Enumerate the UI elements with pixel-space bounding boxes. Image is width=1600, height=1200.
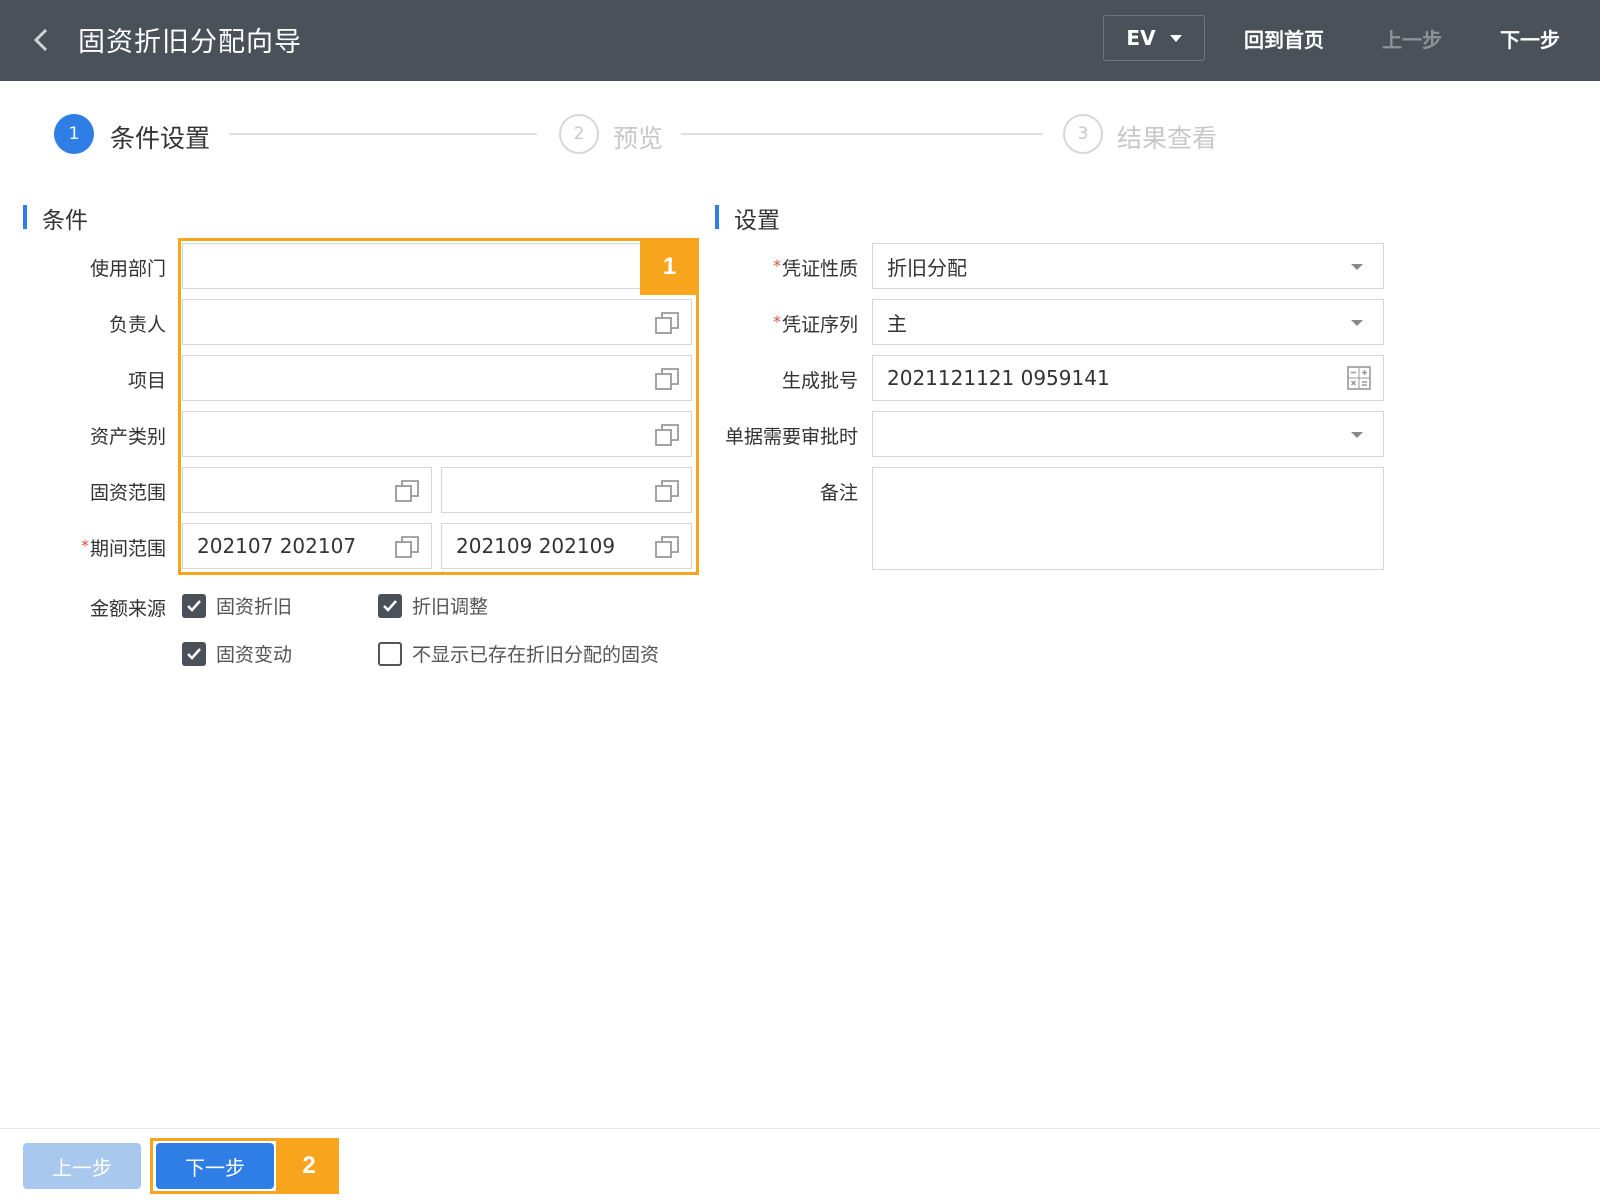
checkbox-asset-depreciation[interactable]: 固资折旧	[182, 592, 292, 619]
required-mark: *	[80, 536, 89, 555]
step-2-label: 预览	[613, 124, 664, 153]
step-1-circle: 1	[54, 114, 94, 154]
page-title: 固资折旧分配向导	[78, 27, 302, 58]
annotation-badge-2: 2	[279, 1138, 339, 1194]
voucher-type-select[interactable]: 折旧分配	[872, 243, 1384, 289]
annotation-highlight-box	[178, 238, 699, 575]
header-prev-link[interactable]: 上一步	[1382, 24, 1442, 53]
caret-down-icon	[1351, 264, 1363, 270]
project-label: 项目	[127, 370, 166, 392]
back-button[interactable]	[28, 22, 56, 58]
section-bar	[715, 205, 719, 229]
annotation-badge-1: 1	[640, 238, 699, 295]
top-bar: 固资折旧分配向导 EV 回到首页 上一步 下一步	[0, 0, 1600, 81]
asset-type-label: 资产类别	[89, 426, 166, 448]
step-2-circle: 2	[559, 114, 599, 154]
header-next-link[interactable]: 下一步	[1500, 24, 1560, 53]
calculator-icon[interactable]	[1347, 366, 1371, 390]
ev-select-value: EV	[1126, 26, 1156, 50]
ev-select[interactable]: EV	[1103, 15, 1205, 61]
step-3-circle: 3	[1063, 114, 1103, 154]
required-mark: *	[772, 256, 781, 275]
caret-down-icon	[1169, 34, 1182, 42]
section-bar	[23, 205, 27, 229]
voucher-seq-label: *凭证序列	[772, 312, 858, 336]
checkbox-asset-change[interactable]: 固资变动	[182, 640, 292, 667]
remark-textarea[interactable]	[872, 467, 1384, 570]
batch-no-label: 生成批号	[781, 370, 858, 392]
step-3-label: 结果查看	[1117, 124, 1218, 153]
step-1-label: 条件设置	[110, 124, 211, 153]
remark-label: 备注	[819, 482, 858, 504]
caret-down-icon	[1351, 432, 1363, 438]
approval-label: 单据需要审批时	[724, 426, 858, 448]
step-connector	[229, 133, 537, 135]
settings-title: 设置	[734, 208, 780, 234]
dept-label: 使用部门	[89, 258, 166, 280]
checkbox-depreciation-adjust[interactable]: 折旧调整	[378, 592, 488, 619]
period-range-label: *期间范围	[80, 536, 166, 560]
owner-label: 负责人	[108, 314, 166, 336]
conditions-title: 条件	[42, 208, 88, 234]
step-connector	[681, 133, 1043, 135]
checkbox-checked-icon	[182, 593, 206, 618]
home-link[interactable]: 回到首页	[1244, 24, 1324, 53]
asset-range-label: 固资范围	[89, 482, 166, 504]
batch-no-input[interactable]: 2021121121 0959141	[872, 355, 1384, 401]
voucher-seq-select[interactable]: 主	[872, 299, 1384, 345]
checkbox-hide-existing[interactable]: 不显示已存在折旧分配的固资	[378, 640, 659, 667]
caret-down-icon	[1351, 320, 1363, 326]
required-mark: *	[772, 312, 781, 331]
footer-divider	[0, 1128, 1600, 1129]
checkbox-unchecked-icon	[378, 641, 402, 666]
voucher-type-label: *凭证性质	[772, 256, 858, 280]
footer-prev-button[interactable]: 上一步	[23, 1143, 141, 1189]
approval-select[interactable]	[872, 411, 1384, 457]
chevron-left-icon	[33, 28, 48, 52]
checkbox-checked-icon	[182, 641, 206, 666]
amount-source-label: 金额来源	[89, 598, 166, 620]
checkbox-checked-icon	[378, 593, 402, 618]
annotation-highlight-box	[150, 1138, 279, 1194]
